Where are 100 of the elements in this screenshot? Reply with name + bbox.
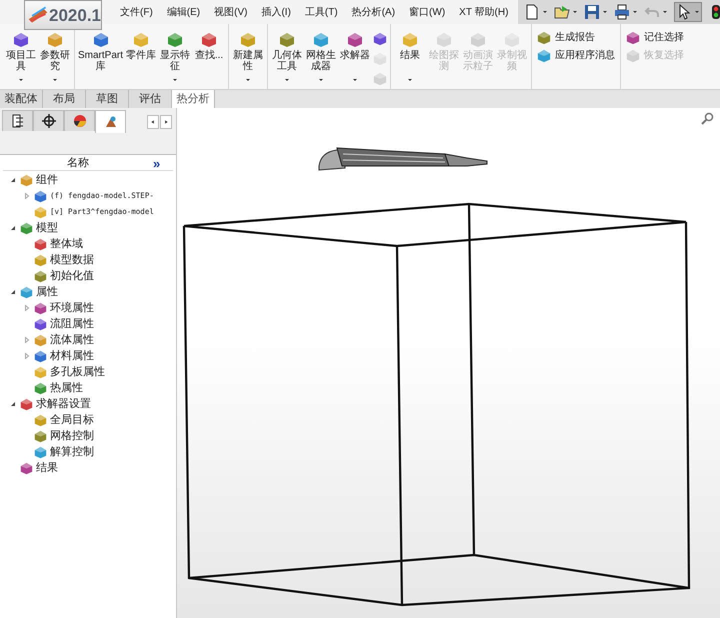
tool-icon [537,30,552,44]
tree-item[interactable]: 材料属性 [50,348,94,364]
column-header[interactable]: 名称 [3,154,153,172]
caret-icon [542,9,548,15]
tool-icon [20,398,33,410]
caret-icon [245,77,252,83]
tool-icon [34,302,47,314]
tool-icon [313,32,330,48]
tool-icon [436,32,452,48]
tool-icon [47,32,63,48]
panel-tab[interactable] [33,110,64,131]
toolbar-button[interactable] [524,4,548,20]
tool-icon [34,414,47,426]
zoom-key-icon[interactable] [700,112,714,126]
caret-icon [18,77,24,83]
tree-item[interactable]: 整体域 [50,236,83,252]
tree-item[interactable]: 网格控制 [50,428,94,444]
ribbon-button[interactable]: SmartPart库 [77,31,124,89]
tree-item[interactable]: 模型数据 [50,252,94,268]
tree-item[interactable]: 模型 [36,220,58,236]
ribbon-button[interactable]: 几何体工具 [270,31,304,89]
tree-item[interactable]: 解算控制 [50,444,94,460]
save-icon [584,4,600,20]
tool-icon[interactable] [373,32,388,46]
ribbon-button[interactable]: 求解器 [338,31,372,89]
ribbon-button[interactable]: 网格生成器 [304,31,338,89]
ribbon-tab[interactable]: 草图 [86,90,129,108]
ribbon-button[interactable]: 项目工具 [4,31,38,89]
toolbar-button[interactable] [674,2,702,22]
expanded-arrow-icon[interactable] [10,177,16,183]
caret-icon [318,77,324,83]
analysis-icon [104,115,118,129]
tool-icon [20,462,33,474]
ribbon-button[interactable]: 结果 [393,31,428,89]
ribbon-button[interactable]: 应用程序消息 [537,48,616,63]
tool-icon [34,382,47,394]
tool-icon [279,32,296,48]
menu-item[interactable]: 视图(V) [214,4,248,20]
ribbon-button[interactable]: 新建属性 [231,31,266,89]
new-document-icon [524,4,540,20]
tool-icon [34,238,47,250]
ribbon-tab[interactable]: 热分析 [172,90,215,108]
toolbar-button[interactable] [584,4,608,20]
caret-icon [284,77,290,83]
panel-tab[interactable] [2,110,33,131]
tool-icon [240,32,256,48]
tree-item[interactable]: 求解器设置 [36,396,91,412]
expanded-arrow-icon[interactable] [10,225,16,231]
tree-item[interactable]: 初始化值 [50,268,94,284]
tool-icon [470,32,486,48]
menu-item[interactable]: 插入(I) [261,4,291,20]
ribbon-tab[interactable]: 布局 [43,90,86,108]
menu-item[interactable]: 热分析(A) [352,4,396,20]
tool-icon [34,350,47,362]
tool-icon [201,32,218,48]
ribbon-button[interactable]: 生成报告 [537,30,616,45]
tool-icon [34,270,47,282]
tree-item[interactable]: 热属性 [50,380,83,396]
ribbon-button[interactable]: 记住选择 [626,30,684,45]
tree-item[interactable]: 多孔板属性 [50,364,105,380]
ribbon-button[interactable]: 零件库 [124,31,158,89]
ribbon-button[interactable]: 查找... [192,31,226,89]
menu-item[interactable]: 文件(F) [120,4,153,20]
tool-icon [133,32,150,48]
ribbon-button[interactable]: 参数研究 [38,31,72,89]
scroll-right-button[interactable] [160,115,172,129]
caret-icon [407,77,414,83]
menu-item[interactable]: 编辑(E) [166,4,200,20]
caret-icon [602,9,608,15]
scroll-left-button[interactable] [147,115,159,129]
tree-item[interactable]: 全局目标 [50,412,94,428]
menu-item[interactable]: XT 帮助(H) [459,4,508,20]
tool-icon [13,32,29,48]
expand-columns-button[interactable]: » [153,156,173,170]
caret-icon [694,9,700,15]
tree-item[interactable]: 属性 [36,284,58,300]
tree-item[interactable]: 流体属性 [50,332,94,348]
tree-item[interactable]: 结果 [36,460,58,476]
version-label: 2020.1 [49,6,101,24]
crosshair-icon [42,114,56,128]
menu-item[interactable]: 工具(T) [304,4,338,20]
tree-item[interactable]: 环境属性 [50,300,94,316]
tool-icon [167,32,184,48]
tool-icon [34,206,47,218]
tool-icon [626,30,640,44]
expanded-arrow-icon[interactable] [10,289,16,295]
toolbar-button[interactable] [614,4,638,20]
ribbon-button[interactable]: 显示特征 [158,31,192,89]
tree-item[interactable]: 流阻属性 [50,316,94,332]
tool-icon [34,318,47,330]
tree-item[interactable]: 组件 [36,172,58,188]
ribbon-tab[interactable]: 装配体 [0,90,43,108]
menu-item[interactable]: 窗口(W) [409,4,446,20]
tool-icon [34,446,47,458]
ribbon-tab[interactable]: 评估 [129,90,172,108]
tool-icon [402,32,418,48]
color-wheel-icon [72,114,86,128]
tool-icon [537,48,552,62]
panel-tab[interactable] [64,110,95,131]
expanded-arrow-icon[interactable] [10,401,16,407]
